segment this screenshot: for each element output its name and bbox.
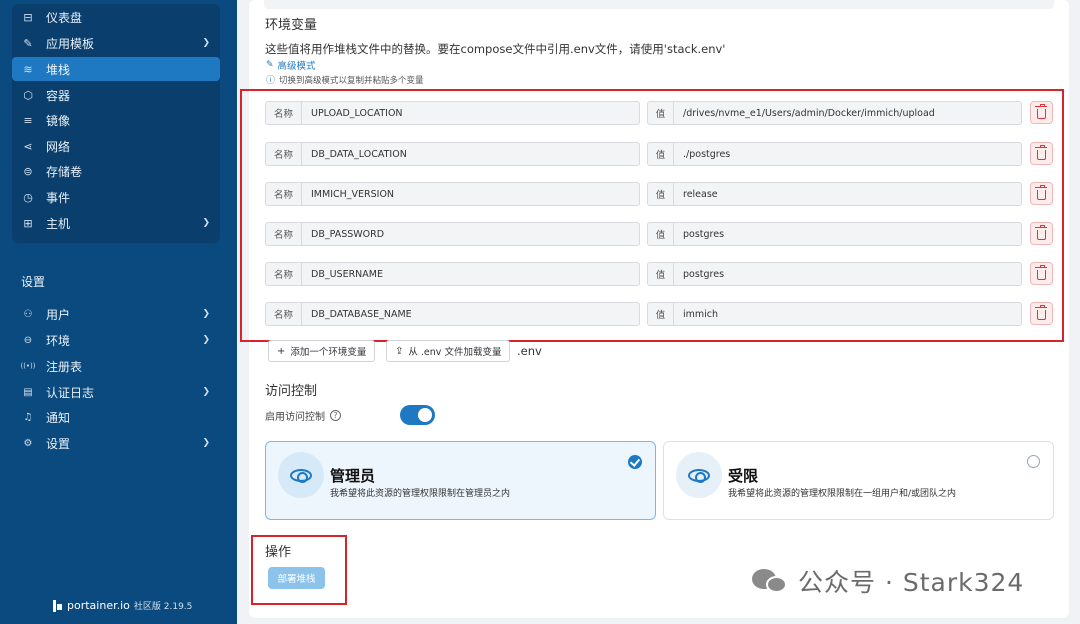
registry-icon: ((•)) [20, 362, 36, 370]
sidebar-item-dashboard[interactable]: ⊟ 仪表盘 [12, 5, 220, 29]
sidebar-item-registries[interactable]: ((•)) 注册表 [12, 354, 220, 378]
eye-icon-wrapper [278, 452, 324, 498]
access-option-restricted[interactable]: 受限 我希望将此资源的管理权限限制在一组用户和/或团队之内 [663, 441, 1054, 520]
user-icon: ⚇ [23, 308, 33, 320]
access-option-title: 管理员 [330, 467, 376, 485]
env-section-title: 环境变量 [265, 18, 318, 33]
check-circle-icon [628, 455, 642, 469]
advanced-mode-hint: ⓘ 切换到高级模式以复制并粘贴多个变量 [266, 73, 424, 87]
toggle-label-text: 启用访问控制 [265, 412, 325, 423]
access-control-toggle-label: 启用访问控制 ? [265, 408, 341, 423]
access-control-title: 访问控制 [265, 384, 318, 399]
sidebar-item-label: 环境 [46, 333, 71, 348]
env-file-suffix: .env [517, 344, 542, 358]
sidebar-item-stacks[interactable]: ≋ 堆栈 [12, 57, 220, 81]
radio-button[interactable] [1027, 455, 1040, 468]
access-option-desc: 我希望将此资源的管理权限限制在管理员之内 [330, 489, 511, 499]
eye-icon-wrapper [676, 452, 722, 498]
sidebar-item-label: 通知 [46, 410, 71, 425]
sidebar-item-label: 认证日志 [46, 385, 95, 400]
chevron-down-icon: ❯ [202, 38, 210, 48]
sidebar-item-label: 容器 [46, 88, 71, 103]
advanced-mode-link[interactable]: ✎ 高级模式 [266, 58, 316, 72]
sidebar: ⊟ 仪表盘 ✎ 应用模板 ❯ ≋ 堆栈 ⬡ 容器 ≡ 镜像 ⋖ 网络 ⊜ 存储卷 [0, 0, 237, 624]
watermark-text: 公众号 · Stark324 [798, 568, 1025, 597]
sidebar-item-label: 网络 [46, 139, 71, 154]
access-option-admin[interactable]: 管理员 我希望将此资源的管理权限限制在管理员之内 [265, 441, 656, 520]
env-description: 这些值将用作堆栈文件中的替换。要在compose文件中引用.env文件，请使用'… [265, 42, 726, 56]
info-icon: ⓘ [266, 76, 276, 86]
sidebar-item-volumes[interactable]: ⊜ 存储卷 [12, 159, 220, 183]
bell-icon: ♫ [23, 411, 33, 423]
edit-icon: ✎ [266, 60, 274, 70]
add-env-var-button[interactable]: + 添加一个环境变量 [268, 340, 376, 362]
sidebar-item-label: 注册表 [46, 359, 83, 374]
plus-icon: + [277, 345, 286, 357]
sidebar-item-host[interactable]: ⊞ 主机 ❯ [12, 211, 220, 235]
sidebar-item-label: 主机 [46, 216, 71, 231]
add-env-var-label: 添加一个环境变量 [290, 347, 367, 358]
chevron-down-icon: ❯ [202, 387, 210, 397]
sidebar-item-label: 存储卷 [46, 164, 83, 179]
sidebar-item-notifications[interactable]: ♫ 通知 [12, 405, 220, 429]
sidebar-item-events[interactable]: ◷ 事件 [12, 185, 220, 209]
brand-edition: 社区版 2.19.5 [133, 601, 193, 612]
sidebar-item-label: 仪表盘 [46, 10, 83, 25]
volume-icon: ⊜ [23, 164, 33, 178]
sidebar-item-label: 应用模板 [46, 36, 95, 51]
access-option-title: 受限 [728, 467, 759, 485]
sidebar-item-environments[interactable]: ⊖ 环境 ❯ [12, 328, 220, 352]
settings-section-title: 设置 [21, 275, 46, 289]
stack-icon: ≋ [23, 62, 33, 76]
watermark: 公众号 · Stark324 [752, 563, 1024, 599]
sidebar-item-label: 事件 [46, 190, 71, 205]
sidebar-item-users[interactable]: ⚇ 用户 ❯ [12, 302, 220, 326]
sidebar-item-label: 堆栈 [46, 62, 71, 77]
chevron-down-icon: ❯ [202, 335, 210, 345]
sidebar-item-label: 用户 [46, 307, 71, 322]
chevron-down-icon: ❯ [202, 218, 210, 228]
chevron-down-icon: ❯ [202, 309, 210, 319]
sidebar-item-images[interactable]: ≡ 镜像 [12, 108, 220, 132]
environment-icon: ⊖ [23, 334, 33, 346]
auth-log-icon: ▤ [23, 386, 33, 398]
host-icon: ⊞ [23, 216, 33, 230]
chevron-down-icon: ❯ [202, 438, 210, 448]
access-control-toggle[interactable] [400, 405, 435, 425]
load-env-file-button[interactable]: ⇪ 从 .env 文件加载变量 [386, 340, 511, 362]
sidebar-item-auth-logs[interactable]: ▤ 认证日志 ❯ [12, 380, 220, 404]
event-icon: ◷ [23, 190, 33, 204]
eye-icon [290, 468, 312, 483]
annotation-box-actions [251, 535, 347, 605]
template-icon: ✎ [23, 36, 33, 50]
image-icon: ≡ [23, 113, 33, 127]
advanced-mode-label: 高级模式 [277, 61, 316, 72]
advanced-hint-text: 切换到高级模式以复制并粘贴多个变量 [279, 75, 424, 86]
brand-name: portainer.io [67, 598, 130, 612]
sidebar-item-settings[interactable]: ⚙ 设置 ❯ [12, 431, 220, 455]
eye-icon [688, 468, 710, 483]
annotation-box-env-vars [240, 89, 1064, 342]
sidebar-item-label: 设置 [46, 436, 71, 451]
upload-icon: ⇪ [395, 345, 404, 357]
sidebar-item-containers[interactable]: ⬡ 容器 [12, 83, 220, 107]
sidebar-item-label: 镜像 [46, 113, 71, 128]
sidebar-item-app-templates[interactable]: ✎ 应用模板 ❯ [12, 31, 220, 55]
container-icon: ⬡ [23, 88, 33, 102]
network-icon: ⋖ [23, 139, 33, 153]
environment-nav-group: ⊟ 仪表盘 ✎ 应用模板 ❯ ≋ 堆栈 ⬡ 容器 ≡ 镜像 ⋖ 网络 ⊜ 存储卷 [12, 4, 220, 243]
dashboard-icon: ⊟ [23, 10, 33, 24]
load-env-file-label: 从 .env 文件加载变量 [408, 347, 502, 358]
brand-logo: portainer.io 社区版 2.19.5 [52, 598, 192, 612]
portainer-logo-icon [52, 598, 62, 612]
access-option-desc: 我希望将此资源的管理权限限制在一组用户和/或团队之内 [728, 489, 957, 499]
sidebar-item-networks[interactable]: ⋖ 网络 [12, 134, 220, 158]
help-icon: ? [330, 410, 341, 421]
wechat-icon [752, 567, 788, 595]
editor-bottom-strip [264, 0, 1054, 9]
gear-icon: ⚙ [23, 437, 33, 449]
